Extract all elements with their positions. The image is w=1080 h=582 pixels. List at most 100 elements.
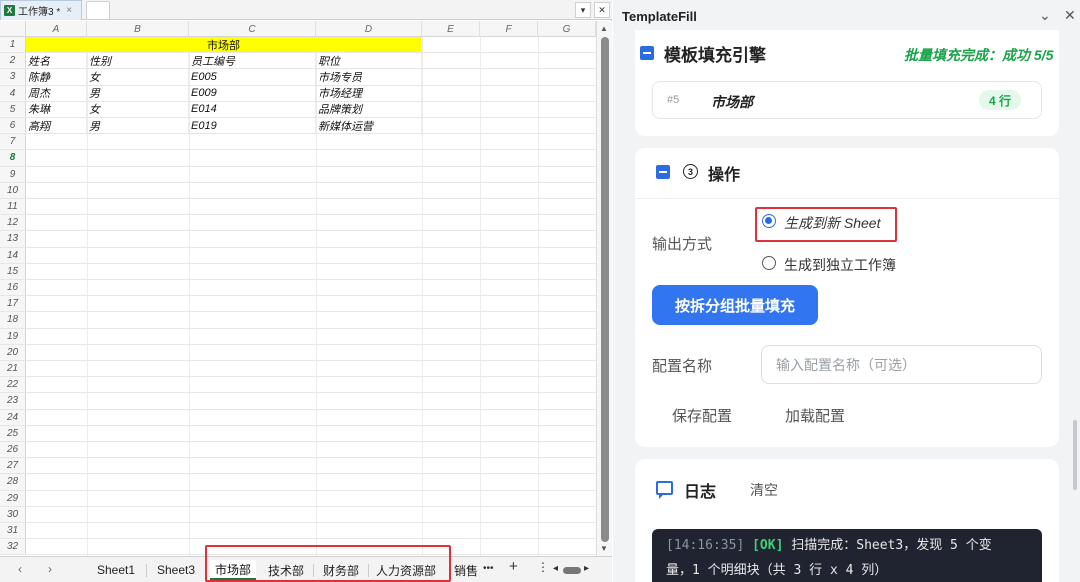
row-number[interactable]: 9 — [0, 166, 26, 182]
radio-new-workbook-label[interactable]: 生成到独立工作簿 — [784, 255, 896, 275]
data-cell[interactable]: 陈静 — [26, 69, 87, 85]
log-title: 日志 — [684, 484, 717, 501]
row-number[interactable]: 5 — [0, 101, 26, 117]
header-cell[interactable]: 员工编号 — [189, 53, 316, 69]
new-workbook-tab[interactable] — [86, 1, 110, 19]
data-cell[interactable]: 女 — [87, 101, 189, 117]
config-name-input[interactable]: 输入配置名称（可选） — [761, 345, 1042, 384]
vertical-scrollbar[interactable]: ▲ ▼ — [596, 21, 612, 556]
row-number[interactable]: 27 — [0, 458, 26, 474]
data-cell[interactable]: E019 — [189, 118, 316, 134]
row-number[interactable]: 21 — [0, 361, 26, 377]
data-cell[interactable]: 市场经理 — [316, 85, 422, 101]
data-cell[interactable]: E009 — [189, 85, 316, 101]
radio-new-workbook[interactable] — [762, 256, 776, 270]
panel-close-icon[interactable]: ✕ — [1064, 7, 1076, 24]
panel-scrollbar[interactable] — [1073, 420, 1077, 490]
row-number[interactable]: 31 — [0, 523, 26, 539]
collapse-engine-icon[interactable] — [640, 46, 654, 60]
row-number[interactable]: 15 — [0, 263, 26, 279]
row-number[interactable]: 4 — [0, 85, 26, 101]
column-header-d[interactable]: D — [316, 21, 422, 37]
table-row: 28 — [0, 474, 596, 491]
scroll-down-icon[interactable]: ▼ — [600, 544, 608, 553]
column-header-f[interactable]: F — [480, 21, 538, 37]
row-number[interactable]: 26 — [0, 442, 26, 458]
load-config-button[interactable]: 加载配置 — [785, 405, 845, 426]
column-header-b[interactable]: B — [87, 21, 189, 37]
row-number[interactable]: 6 — [0, 118, 26, 134]
row-number[interactable]: 28 — [0, 474, 26, 490]
data-cell[interactable]: 品牌策划 — [316, 101, 422, 117]
workbook-tab[interactable]: X 工作簿3 * × — [0, 0, 82, 20]
scroll-left-icon[interactable]: ◂ — [553, 563, 558, 574]
header-cell[interactable]: 姓名 — [26, 53, 87, 69]
row-number[interactable]: 12 — [0, 215, 26, 231]
column-header-g[interactable]: G — [538, 21, 596, 37]
header-cell[interactable]: 性别 — [87, 53, 189, 69]
scroll-right-icon[interactable]: ▸ — [584, 563, 589, 574]
column-header-c[interactable]: C — [189, 21, 316, 37]
vertical-scroll-thumb[interactable] — [601, 37, 609, 542]
scroll-up-icon[interactable]: ▲ — [600, 24, 608, 33]
data-cell[interactable]: E005 — [189, 69, 316, 85]
row-number[interactable]: 3 — [0, 69, 26, 85]
clear-log-button[interactable]: 清空 — [750, 480, 778, 500]
row-number[interactable]: 14 — [0, 247, 26, 263]
row-number[interactable]: 25 — [0, 425, 26, 441]
sheet-tab-sheet3[interactable]: Sheet3 — [152, 560, 200, 580]
data-cell[interactable]: 高翔 — [26, 118, 87, 134]
data-cell[interactable]: 周杰 — [26, 85, 87, 101]
workbook-tab-close-icon[interactable]: × — [66, 5, 72, 16]
row-number[interactable]: 16 — [0, 280, 26, 296]
data-cell[interactable]: 男 — [87, 85, 189, 101]
data-cell[interactable]: 市场专员 — [316, 69, 422, 85]
log-timestamp: [14:16:35] — [666, 538, 745, 553]
row-number[interactable]: 8 — [0, 150, 26, 166]
row-number[interactable]: 19 — [0, 328, 26, 344]
row-number[interactable]: 13 — [0, 231, 26, 247]
merged-header-cell[interactable]: 市场部 — [26, 37, 422, 53]
sheet-tab-sales[interactable]: 销售 — [452, 560, 480, 580]
header-cell[interactable]: 职位 — [316, 53, 422, 69]
data-cell[interactable]: 新媒体运营 — [316, 118, 422, 134]
dropdown-icon[interactable]: ▾ — [575, 2, 591, 18]
data-cell[interactable]: 男 — [87, 118, 189, 134]
row-number[interactable]: 23 — [0, 393, 26, 409]
data-cell[interactable]: E014 — [189, 101, 316, 117]
data-cell[interactable]: 朱琳 — [26, 101, 87, 117]
row-number[interactable]: 1 — [0, 37, 26, 53]
sheet-menu-icon[interactable]: ⋮ — [537, 560, 549, 574]
add-sheet-icon[interactable]: + — [509, 558, 518, 575]
row-number[interactable]: 17 — [0, 296, 26, 312]
close-icon[interactable]: ✕ — [594, 2, 610, 18]
row-number[interactable]: 2 — [0, 53, 26, 69]
more-tabs-icon[interactable]: ••• — [483, 563, 494, 574]
row-number[interactable]: 22 — [0, 377, 26, 393]
row-number[interactable]: 18 — [0, 312, 26, 328]
collapse-operations-icon[interactable] — [656, 165, 670, 179]
operations-card: 3 操作 输出方式 生成到新 Sheet 生成到独立工作簿 按拆分组批量填充 配… — [635, 148, 1059, 447]
row-number[interactable]: 11 — [0, 199, 26, 215]
row-number[interactable]: 24 — [0, 409, 26, 425]
group-row[interactable]: #5 市场部 4 行 — [652, 81, 1042, 119]
column-header-e[interactable]: E — [422, 21, 480, 37]
sheet-tab-sheet1[interactable]: Sheet1 — [92, 560, 140, 580]
batch-fill-button[interactable]: 按拆分组批量填充 — [652, 285, 818, 325]
select-all-corner[interactable] — [0, 21, 26, 37]
row-number[interactable]: 30 — [0, 506, 26, 522]
data-cell[interactable]: 女 — [87, 69, 189, 85]
row-number[interactable]: 20 — [0, 344, 26, 360]
horizontal-scroll-thumb[interactable] — [563, 567, 581, 574]
prev-sheet-icon[interactable]: ‹ — [18, 562, 22, 576]
row-number[interactable]: 7 — [0, 134, 26, 150]
row-number[interactable]: 10 — [0, 182, 26, 198]
cell-grid[interactable]: 1 市场部 2 姓名 性别 员工编号 职位 3 陈静女 E005 市场专员 4 周杰男 E009 市场经理 5… — [0, 37, 596, 556]
row-number[interactable]: 29 — [0, 490, 26, 506]
next-sheet-icon[interactable]: › — [48, 562, 52, 576]
save-config-button[interactable]: 保存配置 — [672, 405, 732, 426]
collapse-icon[interactable]: ⌄ — [1039, 7, 1051, 24]
table-row: 17 — [0, 296, 596, 313]
column-header-a[interactable]: A — [26, 21, 87, 37]
row-number[interactable]: 32 — [0, 539, 26, 555]
